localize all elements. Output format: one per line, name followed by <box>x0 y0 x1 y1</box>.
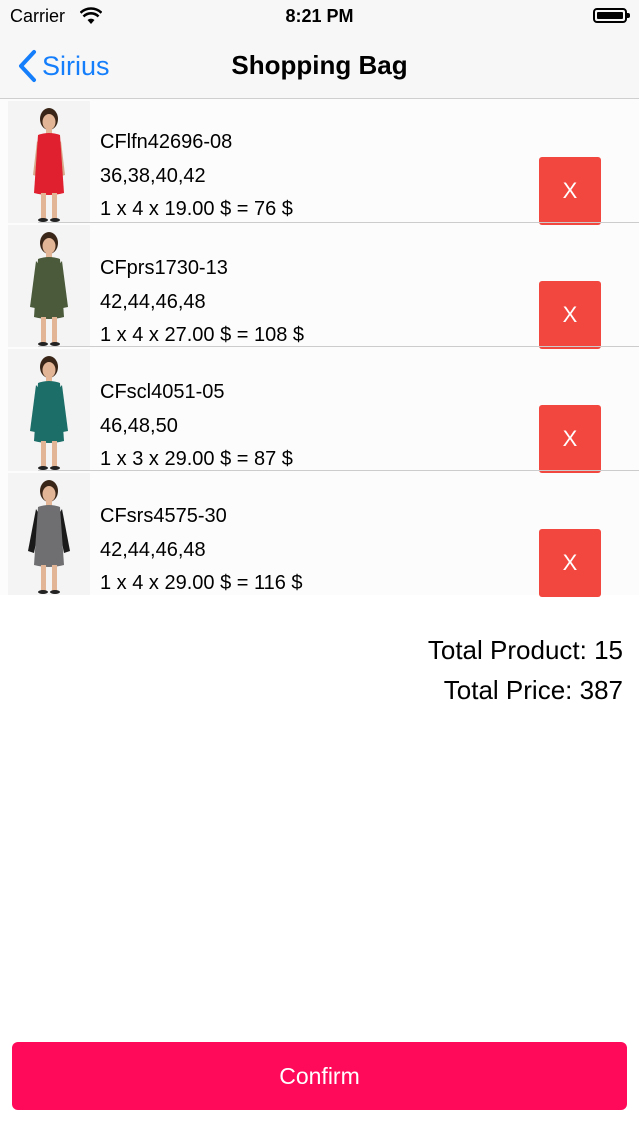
navigation-bar: Sirius Shopping Bag <box>0 34 639 99</box>
product-thumbnail <box>8 225 90 347</box>
product-price-line: 1 x 4 x 29.00 $ = 116 $ <box>100 572 303 594</box>
product-code: CFsrs4575-30 <box>100 505 227 527</box>
shopping-bag-list: CFlfn42696-08 36,38,40,42 1 x 4 x 19.00 … <box>0 99 639 597</box>
clock: 8:21 PM <box>285 6 354 26</box>
product-code: CFscl4051-05 <box>100 381 225 403</box>
confirm-button[interactable]: Confirm <box>12 1042 627 1110</box>
bag-item: CFsrs4575-30 42,44,46,48 1 x 4 x 29.00 $… <box>0 471 639 597</box>
totals-summary: Total Product: 15 Total Price: 387 <box>428 630 623 710</box>
product-thumbnail <box>8 473 90 595</box>
product-thumbnail <box>8 101 90 223</box>
bag-item: CFprs1730-13 42,44,46,48 1 x 4 x 27.00 $… <box>0 223 639 349</box>
product-sizes: 42,44,46,48 <box>100 538 206 561</box>
remove-item-button[interactable]: X <box>539 281 601 349</box>
dress-photo <box>8 225 90 347</box>
dress-photo <box>8 473 90 595</box>
product-thumbnail <box>8 349 90 471</box>
battery-icon <box>593 8 630 23</box>
remove-item-button[interactable]: X <box>539 157 601 225</box>
product-sizes: 42,44,46,48 <box>100 290 206 313</box>
product-code: CFprs1730-13 <box>100 257 228 279</box>
product-code: CFlfn42696-08 <box>100 131 233 153</box>
bag-item: CFscl4051-05 46,48,50 1 x 3 x 29.00 $ = … <box>0 347 639 473</box>
page-title: Shopping Bag <box>231 50 408 80</box>
status-bar: Carrier 8:21 PM <box>0 0 639 34</box>
total-price-label: Total Price: 387 <box>443 675 623 705</box>
remove-item-button[interactable]: X <box>539 405 601 473</box>
total-product-label: Total Product: 15 <box>427 635 623 665</box>
dress-photo <box>8 349 90 471</box>
product-sizes: 46,48,50 <box>100 414 178 437</box>
remove-item-button[interactable]: X <box>539 529 601 597</box>
dress-photo <box>8 101 90 223</box>
product-sizes: 36,38,40,42 <box>100 164 206 187</box>
bag-item: CFlfn42696-08 36,38,40,42 1 x 4 x 19.00 … <box>0 99 639 225</box>
